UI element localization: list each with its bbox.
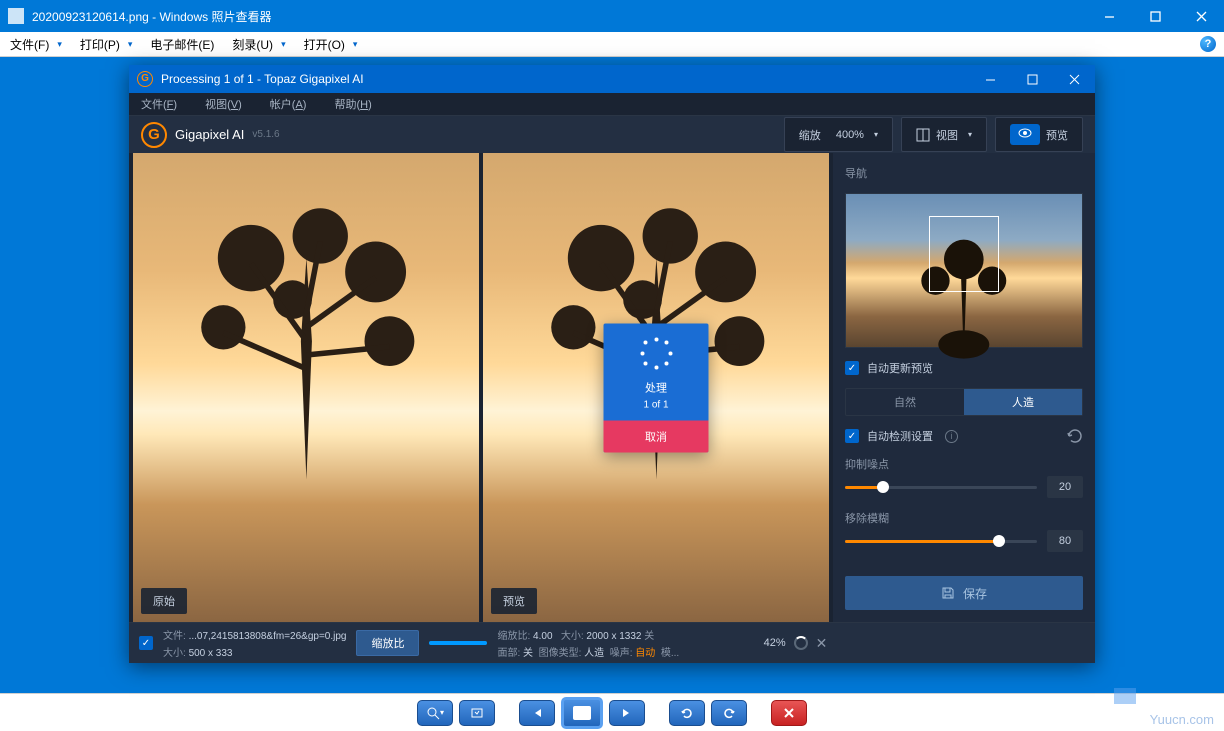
menu-email[interactable]: 电子邮件(E) [150,36,214,53]
remove-blur-value[interactable]: 80 [1047,530,1083,552]
cancel-job-button[interactable]: ✕ [816,635,828,652]
nav-section-label: 导航 [845,165,1083,181]
save-button[interactable]: 保存 [845,576,1083,610]
suppress-noise-slider[interactable] [845,486,1037,489]
zoom-button[interactable]: ▾ [417,700,453,726]
watermark-logo [1114,688,1136,704]
inner-maximize-button[interactable] [1011,65,1053,93]
inner-menu-view[interactable]: 视图(V) [205,96,242,112]
mode-tab-natural[interactable]: 自然 [846,389,964,415]
app-name: Gigapixel AI [175,127,244,142]
file-name: ...07,2415813808&fm=26&gp=0.jpg [189,631,347,642]
info-icon[interactable]: i [945,430,958,443]
prev-button[interactable] [519,700,555,726]
eye-icon [1010,124,1040,145]
next-button[interactable] [609,700,645,726]
processing-label: 处理 [604,377,709,399]
gigapixel-window: G Processing 1 of 1 - Topaz Gigapixel AI… [129,65,1095,663]
watermark-text: Yuucn.com [1150,712,1214,727]
photo-viewer-toolbar: ▾ [0,693,1224,731]
refresh-icon[interactable] [1067,428,1083,444]
save-icon [941,586,955,600]
menu-burn[interactable]: 刻录(U) [232,36,285,53]
mode-tabs: 自然 人造 [845,388,1083,416]
processing-modal: 处理 1 of 1 取消 [604,323,709,452]
photo-viewer-area: G Processing 1 of 1 - Topaz Gigapixel AI… [0,57,1224,693]
gigapixel-menubar: 文件(F) 视图(V) 帐户(A) 帮助(H) [129,93,1095,116]
processing-count: 1 of 1 [604,399,709,420]
menu-print[interactable]: 打印(P) [80,36,133,53]
gigapixel-title: Processing 1 of 1 - Topaz Gigapixel AI [161,72,969,86]
delete-button[interactable] [771,700,807,726]
zoom-dropdown[interactable]: 缩放 400% [784,117,893,152]
preview-toggle-button[interactable]: 预览 [995,117,1083,152]
inner-menu-help[interactable]: 帮助(H) [334,96,371,112]
scale-progress [429,641,487,645]
suppress-noise-label: 抑制噪点 [845,456,1083,472]
image-comparison-area: 原始 预览 [129,153,833,622]
menu-open[interactable]: 打开(O) [304,36,358,53]
preview-image-panel[interactable]: 预览 处理 1 of 1 取消 [483,153,829,622]
gigapixel-toolbar: G Gigapixel AI v5.1.6 缩放 400% 视图 预览 [129,116,1095,153]
gigapixel-titlebar: G Processing 1 of 1 - Topaz Gigapixel AI [129,65,1095,93]
close-button[interactable] [1178,0,1224,32]
original-image-panel[interactable]: 原始 [133,153,479,622]
original-label: 原始 [141,588,187,614]
photo-viewer-menubar: 文件(F) 打印(P) 电子邮件(E) 刻录(U) 打开(O) ? [0,32,1224,57]
rotate-cw-button[interactable] [711,700,747,726]
gigapixel-icon: G [137,71,153,87]
maximize-button[interactable] [1132,0,1178,32]
spinner-icon [640,337,672,369]
busy-icon [794,636,808,650]
status-bar: ✓ 文件: ...07,2415813808&fm=26&gp=0.jpg 大小… [129,622,1095,663]
rotate-ccw-button[interactable] [669,700,705,726]
output-size: 2000 x 1332 [586,631,641,642]
app-version: v5.1.6 [252,129,279,140]
grid-icon [916,128,930,142]
mode-tab-artificial[interactable]: 人造 [964,389,1082,415]
progress-percent: 42% [764,637,786,649]
input-size: 500 x 333 [189,648,233,659]
settings-panel: 导航 ✓ 自动更新预览 [833,153,1095,622]
preview-label: 预览 [491,588,537,614]
help-icon[interactable]: ? [1200,36,1216,52]
gigapixel-logo-icon: G [141,122,167,148]
fit-button[interactable] [459,700,495,726]
remove-blur-slider[interactable] [845,540,1037,543]
remove-blur-label: 移除模糊 [845,510,1083,526]
checkbox-checked-icon: ✓ [845,429,859,443]
plant-silhouette [168,177,445,505]
navigator-thumbnail[interactable] [845,193,1083,348]
window-title: 20200923120614.png - Windows 照片查看器 [32,8,1086,25]
auto-preview-checkbox[interactable]: ✓ 自动更新预览 [845,360,1083,376]
view-dropdown[interactable]: 视图 [901,117,987,152]
slideshow-button[interactable] [561,697,603,729]
checkbox-checked-icon: ✓ [845,361,859,375]
inner-minimize-button[interactable] [969,65,1011,93]
scale-button[interactable]: 缩放比 [356,630,419,656]
inner-menu-file[interactable]: 文件(F) [141,96,177,112]
inner-close-button[interactable] [1053,65,1095,93]
photo-viewer-titlebar: 20200923120614.png - Windows 照片查看器 [0,0,1224,32]
auto-detect-checkbox[interactable]: ✓ 自动检测设置 i [845,428,958,444]
menu-file[interactable]: 文件(F) [10,36,62,53]
minimize-button[interactable] [1086,0,1132,32]
file-checkbox[interactable]: ✓ [139,636,153,650]
cancel-button[interactable]: 取消 [604,420,709,452]
suppress-noise-value[interactable]: 20 [1047,476,1083,498]
nav-selection-box[interactable] [929,216,1000,293]
inner-menu-account[interactable]: 帐户(A) [270,96,307,112]
app-icon [8,8,24,24]
